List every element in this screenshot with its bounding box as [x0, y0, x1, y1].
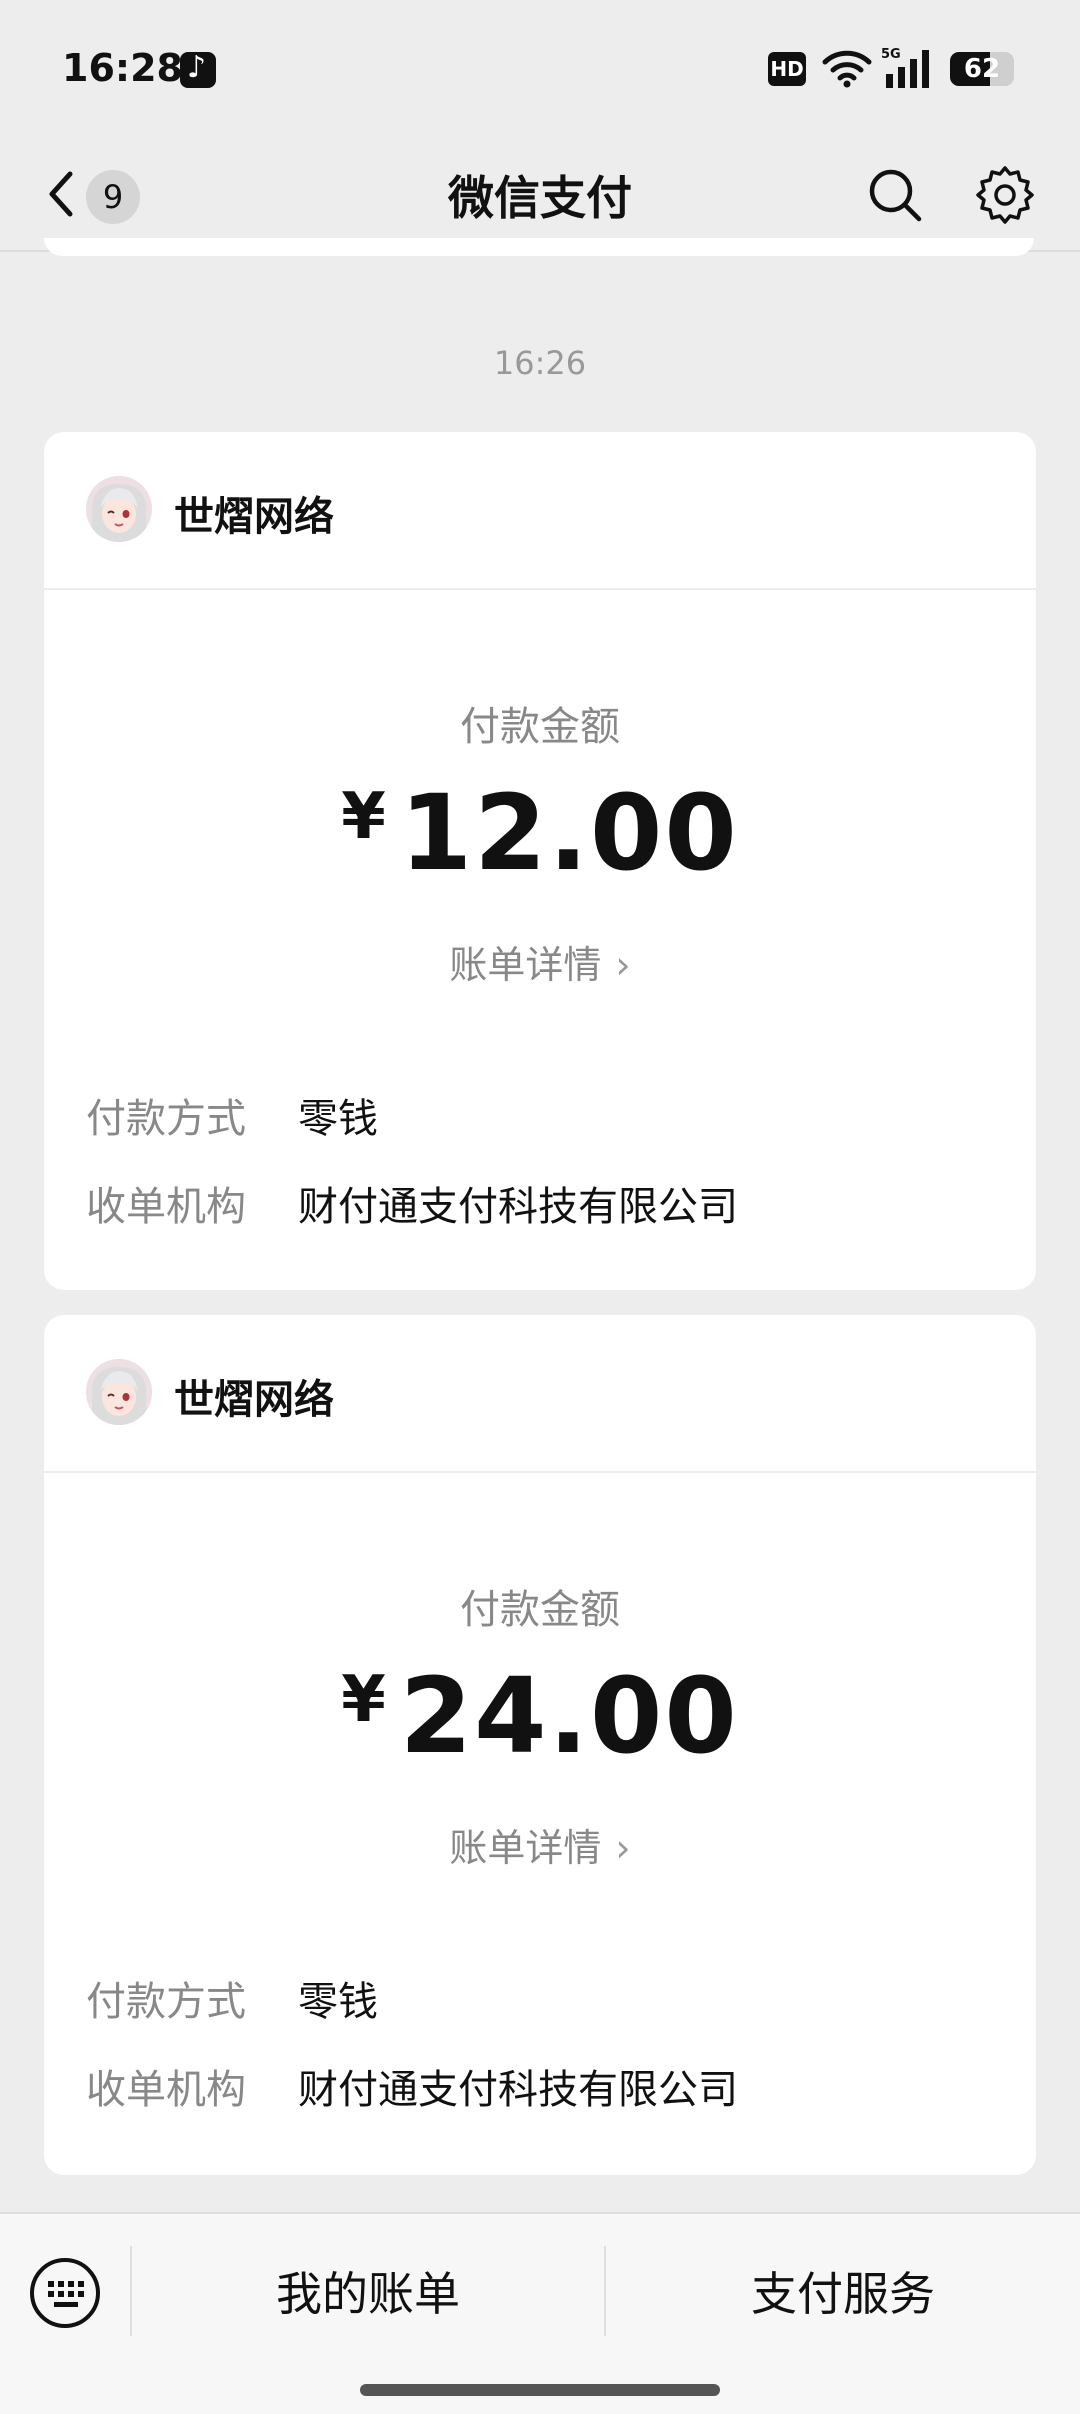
battery-level: 62 — [963, 54, 1001, 84]
detail-label: 收单机构 — [86, 1184, 246, 1230]
payment-card[interactable]: 世熠网络 付款金额 ¥24.00 账单详情 › 付款方式 零钱 收单机构 财付通支… — [44, 1315, 1036, 2175]
battery-indicator: 62 — [950, 52, 1014, 86]
bill-details-link[interactable]: 账单详情 › — [44, 1817, 1036, 1872]
payment-services-button[interactable]: 支付服务 — [606, 2254, 1080, 2334]
detail-value: 财付通支付科技有限公司 — [298, 2067, 738, 2113]
detail-value: 零钱 — [298, 1096, 378, 1142]
currency-symbol: ¥ — [341, 780, 386, 854]
amount-row: ¥12.00 — [44, 772, 1036, 894]
merchant-avatar — [86, 1359, 152, 1425]
status-bar: 16:28 HD 5G 62 — [0, 0, 1080, 140]
bottom-menu-bar: 我的账单 支付服务 — [0, 2212, 1080, 2414]
search-icon[interactable] — [866, 166, 924, 224]
top-nav-bar: 9 微信支付 — [0, 140, 1080, 252]
detail-label: 收单机构 — [86, 2067, 246, 2113]
cellular-signal-icon: 5G — [881, 47, 929, 88]
detail-label: 付款方式 — [86, 1096, 246, 1142]
keyboard-icon[interactable] — [28, 2256, 102, 2330]
amount-row: ¥24.00 — [44, 1655, 1036, 1777]
hd-voice-badge: HD — [768, 52, 806, 86]
message-timestamp: 16:26 — [493, 344, 587, 382]
merchant-avatar — [86, 476, 152, 542]
bill-details-link[interactable]: 账单详情 › — [44, 934, 1036, 989]
gear-icon[interactable] — [974, 164, 1036, 226]
amount-label: 付款金额 — [460, 704, 620, 750]
currency-symbol: ¥ — [341, 1663, 386, 1737]
status-time: 16:28 — [62, 46, 183, 90]
wifi-icon — [822, 50, 872, 88]
amount-label: 付款金额 — [460, 1587, 620, 1633]
payment-amount: 24.00 — [399, 1655, 739, 1777]
detail-label: 付款方式 — [86, 1979, 246, 2025]
anime-avatar-icon — [86, 1359, 152, 1425]
merchant-name: 世熠网络 — [174, 1377, 334, 1423]
detail-value: 财付通支付科技有限公司 — [298, 1184, 738, 1230]
card-header: 世熠网络 — [44, 1315, 1036, 1473]
payment-card[interactable]: 世熠网络 付款金额 ¥12.00 账单详情 › 付款方式 零钱 收单机构 财付通支… — [44, 432, 1036, 1290]
network-type-label: 5G — [881, 47, 901, 62]
chevron-right-icon: › — [615, 943, 631, 987]
bill-details-label: 账单详情 — [449, 943, 602, 987]
anime-avatar-icon — [86, 476, 152, 542]
bill-details-label: 账单详情 — [449, 1826, 602, 1870]
detail-value: 零钱 — [298, 1979, 378, 2025]
payment-amount: 12.00 — [399, 772, 739, 894]
tiktok-notification-icon — [180, 50, 216, 88]
merchant-name: 世熠网络 — [174, 494, 334, 540]
my-bills-button[interactable]: 我的账单 — [132, 2254, 604, 2334]
previous-message-card-edge — [44, 238, 1034, 256]
home-indicator[interactable] — [360, 2384, 720, 2396]
chevron-right-icon: › — [615, 1826, 631, 1870]
card-header: 世熠网络 — [44, 432, 1036, 590]
